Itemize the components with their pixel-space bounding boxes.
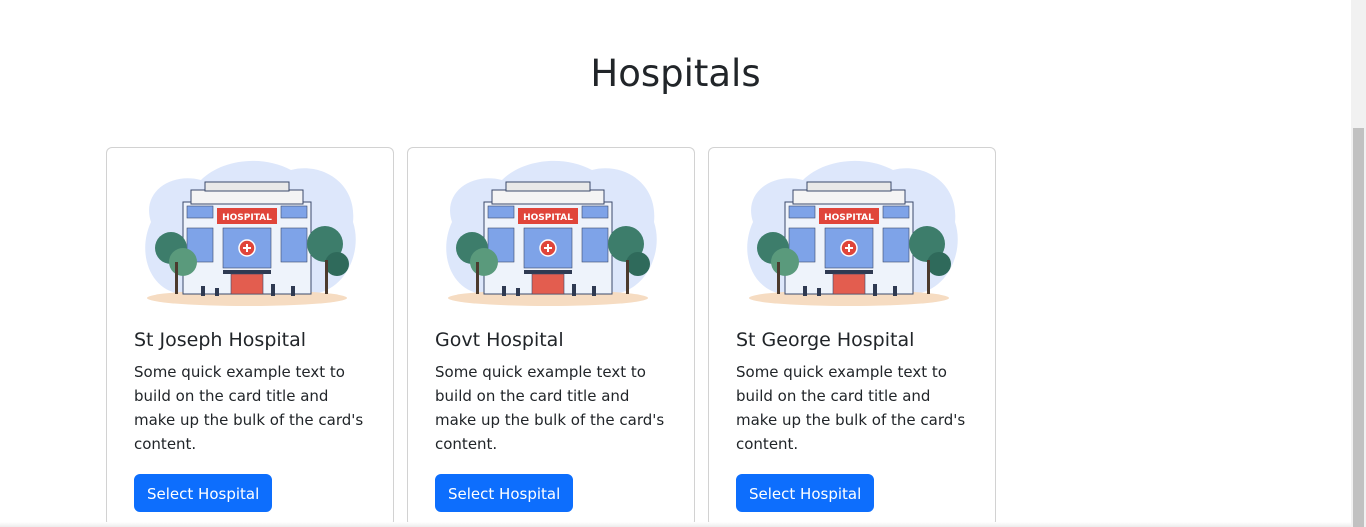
card-body: St Joseph Hospital Some quick example te… (134, 326, 374, 512)
hospital-illustration-image: HOSPITAL (145, 160, 356, 306)
svg-text:HOSPITAL: HOSPITAL (824, 213, 874, 223)
card-text: Some quick example text to build on the … (736, 363, 966, 453)
card-text: Some quick example text to build on the … (435, 363, 665, 453)
horizontal-scrollbar-edge (0, 522, 1351, 527)
card-body: Govt Hospital Some quick example text to… (435, 326, 675, 512)
hospital-illustration-image: HOSPITAL (747, 160, 958, 306)
card-body: St George Hospital Some quick example te… (736, 326, 976, 512)
page-title: Hospitals (590, 52, 761, 95)
page: Hospitals HOSPITAL St Joseph Hospital So… (0, 0, 1366, 527)
select-hospital-button[interactable]: Select Hospital (134, 474, 273, 512)
select-hospital-button[interactable]: Select Hospital (736, 474, 875, 512)
card-title: Govt Hospital (435, 329, 564, 351)
card-text: Some quick example text to build on the … (134, 363, 364, 453)
card-title: St Joseph Hospital (134, 329, 307, 351)
select-hospital-button[interactable]: Select Hospital (435, 474, 574, 512)
vertical-scrollbar[interactable] (1351, 0, 1366, 527)
hospital-card: HOSPITAL St Joseph Hospital Some quick e… (106, 147, 394, 527)
scrollbar-thumb[interactable] (1353, 128, 1364, 527)
hospital-illustration-image: HOSPITAL (446, 160, 657, 306)
hospital-card: HOSPITAL St George Hospital Some quick e… (708, 147, 996, 527)
svg-text:HOSPITAL: HOSPITAL (222, 213, 272, 223)
svg-text:HOSPITAL: HOSPITAL (523, 213, 573, 223)
card-title: St George Hospital (736, 329, 915, 351)
hospital-card: HOSPITAL Govt Hospital Some quick exampl… (407, 147, 695, 527)
